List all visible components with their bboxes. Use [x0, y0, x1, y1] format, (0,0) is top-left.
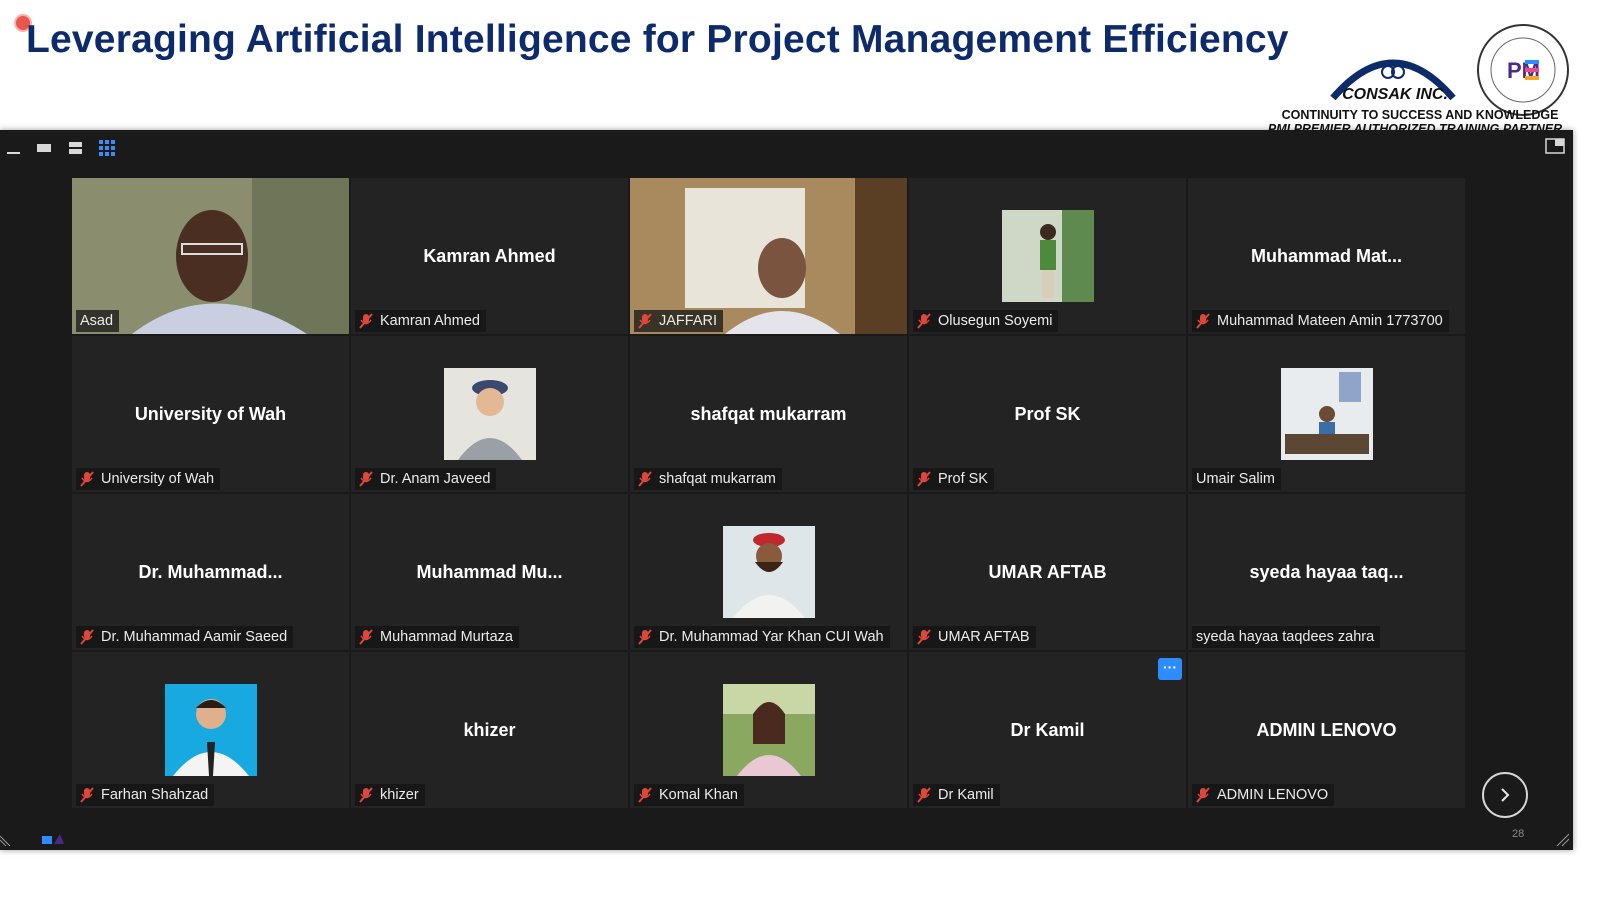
muted-mic-icon	[917, 629, 931, 645]
muted-mic-icon	[359, 471, 373, 487]
participant-display-name: syeda hayaa taq...	[1249, 562, 1404, 582]
participant-tile[interactable]: khizer khizer	[351, 652, 628, 808]
gallery-view-icon[interactable]	[98, 140, 116, 156]
participant-display-name: University of Wah	[134, 404, 287, 424]
participant-name-label: ADMIN LENOVO	[1192, 784, 1335, 806]
muted-mic-icon	[917, 787, 931, 803]
participant-tile[interactable]: Dr. Muhammad Yar Khan CUI Wah	[630, 494, 907, 650]
slide-footer-logo-icon	[42, 834, 64, 844]
participant-tile[interactable]: ADMIN LENOVO ADMIN LENOVO	[1188, 652, 1465, 808]
tagline: CONTINUITY TO SUCCESS AND KNOWLEDGE	[1281, 108, 1559, 122]
participant-tile[interactable]: Dr. Anam Javeed	[351, 336, 628, 492]
zoom-meeting-window: Asad Kamran Ahmed Kamran Ahmed JAFFARI O…	[0, 130, 1573, 850]
muted-mic-icon	[80, 471, 94, 487]
pmi-seal-icon: PM	[1477, 24, 1569, 116]
participant-display-name: Kamran Ahmed	[423, 246, 556, 266]
participant-display-name: khizer	[463, 720, 516, 740]
participant-name-label: Dr Kamil	[913, 784, 1000, 806]
muted-mic-icon	[638, 787, 652, 803]
muted-mic-icon	[359, 629, 373, 645]
participant-name-label: UMAR AFTAB	[913, 626, 1036, 648]
participant-name-label: Farhan Shahzad	[76, 784, 215, 806]
participant-tile[interactable]: Farhan Shahzad	[72, 652, 349, 808]
brand-name: CONSAK INC.	[1342, 86, 1448, 103]
muted-mic-icon	[1196, 787, 1210, 803]
participant-tile[interactable]: Muhammad Mat... Muhammad Mateen Amin 177…	[1188, 178, 1465, 334]
participant-tile[interactable]: Prof SK Prof SK	[909, 336, 1186, 492]
participant-gallery: Asad Kamran Ahmed Kamran Ahmed JAFFARI O…	[72, 178, 1465, 808]
exit-fullscreen-icon[interactable]	[1545, 138, 1565, 154]
profile-photo	[723, 684, 815, 776]
participant-tile[interactable]: Komal Khan	[630, 652, 907, 808]
participant-tile[interactable]: ··· Dr Kamil Dr Kamil	[909, 652, 1186, 808]
participant-tile[interactable]: University of Wah University of Wah	[72, 336, 349, 492]
participant-tile[interactable]: syeda hayaa taq... syeda hayaa taqdees z…	[1188, 494, 1465, 650]
chevron-right-icon	[1501, 788, 1510, 802]
participant-tile[interactable]: Dr. Muhammad... Dr. Muhammad Aamir Saeed	[72, 494, 349, 650]
participant-tile[interactable]: Kamran Ahmed Kamran Ahmed	[351, 178, 628, 334]
muted-mic-icon	[917, 471, 931, 487]
resize-grip-icon[interactable]	[0, 832, 14, 846]
participant-display-name: Muhammad Mu...	[416, 562, 563, 582]
next-page-button[interactable]	[1482, 772, 1528, 818]
participant-tile[interactable]: UMAR AFTAB UMAR AFTAB	[909, 494, 1186, 650]
more-options-button[interactable]: ···	[1158, 658, 1182, 680]
participant-name-label: University of Wah	[76, 468, 221, 490]
minimize-icon[interactable]	[4, 140, 22, 156]
participant-display-name: ADMIN LENOVO	[1256, 720, 1397, 740]
participant-name-label: syeda hayaa taqdees zahra	[1192, 626, 1381, 648]
profile-photo	[723, 526, 815, 618]
participant-display-name: UMAR AFTAB	[988, 562, 1107, 582]
muted-mic-icon	[359, 313, 373, 329]
profile-photo	[165, 684, 257, 776]
muted-mic-icon	[80, 629, 94, 645]
participant-name-label: Kamran Ahmed	[355, 310, 486, 332]
participant-name-label: khizer	[355, 784, 425, 806]
muted-mic-icon	[638, 313, 652, 329]
participant-display-name: Muhammad Mat...	[1250, 246, 1402, 266]
muted-mic-icon	[1196, 313, 1210, 329]
participant-name-label: JAFFARI	[634, 310, 724, 332]
view-toolbar	[0, 130, 1573, 170]
stacked-view-icon[interactable]	[66, 140, 84, 156]
participant-name-label: Olusegun Soyemi	[913, 310, 1059, 332]
muted-mic-icon	[80, 787, 94, 803]
participant-name-label: Komal Khan	[634, 784, 744, 806]
profile-photo	[1002, 210, 1094, 302]
participant-name-label: Asad	[76, 310, 120, 332]
muted-mic-icon	[638, 471, 652, 487]
participant-name-label: Umair Salim	[1192, 468, 1281, 490]
slide-page-number: 28	[1512, 828, 1525, 840]
participant-name-label: Muhammad Murtaza	[355, 626, 519, 648]
participant-display-name: Dr Kamil	[1010, 720, 1085, 740]
profile-photo	[1281, 368, 1373, 460]
slide-title: Leveraging Artificial Intelligence for P…	[26, 18, 1289, 61]
participant-display-name: Dr. Muhammad...	[138, 562, 283, 582]
muted-mic-icon	[917, 313, 931, 329]
participant-name-label: Dr. Anam Javeed	[355, 468, 497, 490]
speaker-view-icon[interactable]	[35, 140, 53, 156]
profile-photo	[444, 368, 536, 460]
participant-display-name: shafqat mukarram	[690, 404, 847, 424]
muted-mic-icon	[359, 787, 373, 803]
participant-tile[interactable]: Asad	[72, 178, 349, 334]
participant-tile[interactable]: Muhammad Mu... Muhammad Murtaza	[351, 494, 628, 650]
participant-tile[interactable]: Olusegun Soyemi	[909, 178, 1186, 334]
participant-tile[interactable]: Umair Salim	[1188, 336, 1465, 492]
participant-name-label: Dr. Muhammad Aamir Saeed	[76, 626, 294, 648]
participant-tile[interactable]: shafqat mukarram shafqat mukarram	[630, 336, 907, 492]
participant-name-label: Prof SK	[913, 468, 994, 490]
participant-name-label: Muhammad Mateen Amin 1773700	[1192, 310, 1449, 332]
participant-name-label: Dr. Muhammad Yar Khan CUI Wah	[634, 626, 890, 648]
participant-tile[interactable]: JAFFARI	[630, 178, 907, 334]
muted-mic-icon	[638, 629, 652, 645]
resize-grip-icon[interactable]	[1555, 832, 1569, 846]
participant-display-name: Prof SK	[1014, 404, 1081, 424]
brand-area: CONSAK INC. PM CONTINUITY TO SUCCESS AND…	[1268, 10, 1600, 135]
participant-name-label: shafqat mukarram	[634, 468, 782, 490]
